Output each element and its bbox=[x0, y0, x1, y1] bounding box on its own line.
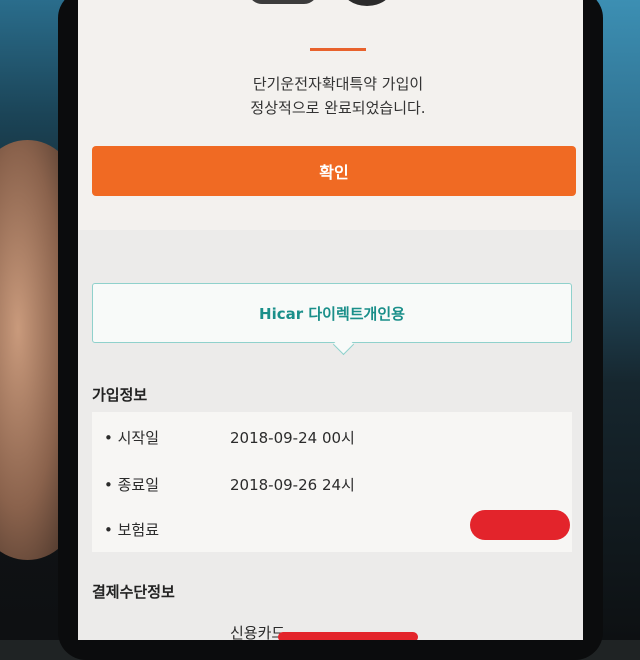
accent-divider bbox=[310, 48, 366, 51]
card-icon bbox=[248, 0, 318, 4]
premium-label: • 보험료 bbox=[104, 521, 160, 539]
check-circle-icon bbox=[342, 0, 392, 6]
completion-illustration bbox=[248, 0, 408, 10]
completion-message-line2: 정상적으로 완료되었습니다. bbox=[250, 99, 426, 117]
completion-message-line1: 단기운전자확대특약 가입이 bbox=[252, 75, 424, 93]
payment-info-title: 결제수단정보 bbox=[92, 583, 175, 601]
phone-screen: 단기운전자확대특약 가입이 정상적으로 완료되었습니다. 확인 Hicar 다이… bbox=[78, 0, 583, 640]
product-name-box: Hicar 다이렉트개인용 bbox=[92, 283, 572, 343]
start-date-label: • 시작일 bbox=[104, 429, 160, 447]
subscription-info-title: 가입정보 bbox=[92, 386, 148, 404]
start-date-value: 2018-09-24 00시 bbox=[230, 429, 355, 447]
end-date-value: 2018-09-26 24시 bbox=[230, 476, 355, 494]
completion-message: 단기운전자확대특약 가입이 정상적으로 완료되었습니다. bbox=[138, 72, 538, 120]
payment-method-value: 신용카드 bbox=[230, 624, 286, 640]
end-date-label: • 종료일 bbox=[104, 476, 160, 494]
redaction-mark-payment bbox=[278, 632, 418, 640]
redaction-mark bbox=[470, 510, 570, 540]
confirm-button[interactable]: 확인 bbox=[92, 146, 576, 196]
